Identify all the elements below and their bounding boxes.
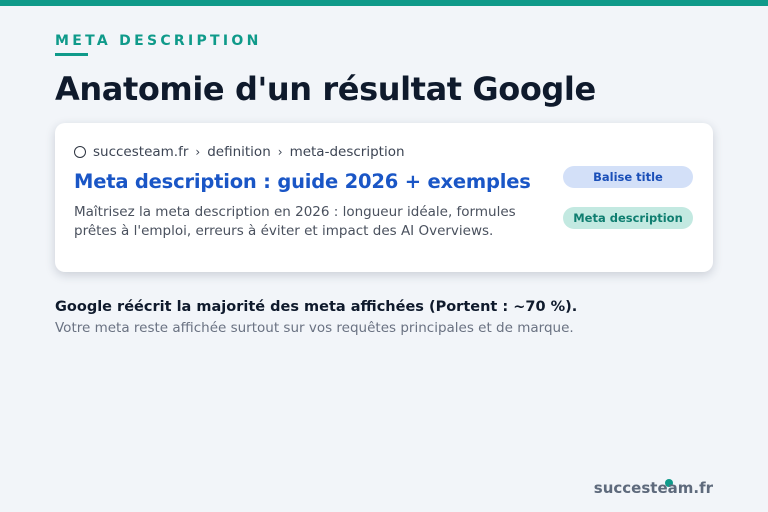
section-eyebrow: META DESCRIPTION	[55, 33, 262, 49]
title-tag-badge: Balise title	[563, 166, 693, 188]
eyebrow-underline	[55, 53, 88, 56]
description-line: prêtes à l'emploi, erreurs à éviter et i…	[74, 223, 494, 239]
globe-outline-icon	[74, 146, 86, 158]
meta-description-badge: Meta description	[563, 207, 693, 229]
top-accent-bar	[0, 0, 768, 6]
breadcrumb-separator: ›	[277, 145, 283, 159]
description-line: Maîtrisez la meta description en 2026 : …	[74, 204, 516, 220]
breadcrumb-domain[interactable]: succesteam.fr	[93, 144, 188, 160]
serp-breadcrumb[interactable]: succesteam.fr › definition › meta-descri…	[74, 143, 405, 161]
serp-result-title-link[interactable]: Meta description : guide 2026 + exemples	[74, 169, 531, 195]
breadcrumb-segment-meta-description[interactable]: meta-description	[290, 144, 405, 160]
serp-result-card: succesteam.fr › definition › meta-descri…	[55, 123, 713, 272]
breadcrumb-separator: ›	[195, 145, 201, 159]
serp-result-description: Maîtrisez la meta description en 2026 : …	[74, 203, 544, 241]
footer-brand-logo: succesteam.fr	[593, 479, 713, 497]
rewrite-context-note: Votre meta reste affichée surtout sur vo…	[55, 320, 574, 336]
breadcrumb-segment-definition[interactable]: definition	[207, 144, 271, 160]
rewrite-statistic-note: Google réécrit la majorité des meta affi…	[55, 299, 578, 315]
page-title: Anatomie d'un résultat Google	[55, 70, 596, 108]
